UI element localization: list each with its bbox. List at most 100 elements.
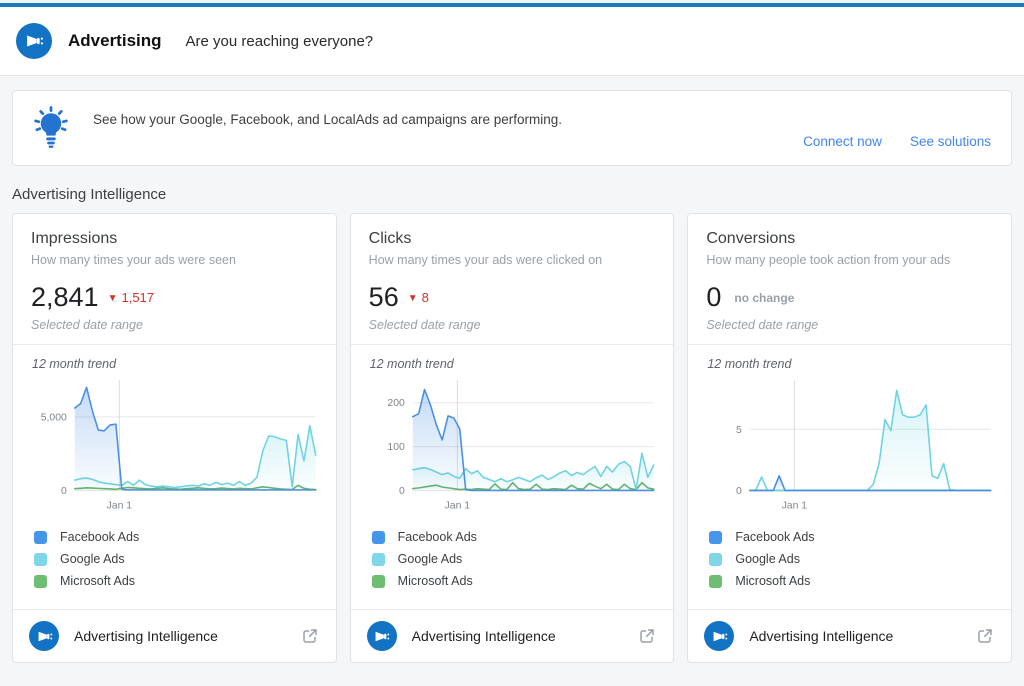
svg-text:0: 0 — [61, 486, 67, 497]
trend-label: 12 month trend — [707, 357, 997, 371]
legend-item-facebook: Facebook Ads — [372, 526, 660, 548]
card-footer: Advertising Intelligence — [13, 609, 336, 662]
advertising-intelligence-icon — [29, 621, 59, 651]
conversions-card: Conversions How many people took action … — [687, 213, 1012, 663]
card-footer: Advertising Intelligence — [688, 609, 1011, 662]
legend-label: Facebook Ads — [735, 530, 814, 544]
svg-text:0: 0 — [399, 486, 405, 497]
legend-item-microsoft: Microsoft Ads — [709, 570, 997, 592]
lightbulb-icon — [29, 101, 73, 157]
clicks-card: Clicks How many times your ads were clic… — [350, 213, 675, 663]
google-swatch-icon — [709, 553, 722, 566]
page-subtitle: Are you reaching everyone? — [186, 33, 374, 50]
legend-label: Google Ads — [398, 552, 463, 566]
chart-section: 12 month trend 0 5,000 Jan 1 Facebook Ads … — [13, 345, 336, 592]
legend-item-google: Google Ads — [372, 548, 660, 570]
down-arrow-icon: ▼ — [108, 293, 118, 304]
value-row: 56 ▼ 8 — [369, 282, 656, 313]
change-value: 8 — [422, 290, 429, 305]
external-link-icon[interactable] — [637, 626, 657, 646]
microsoft-swatch-icon — [709, 575, 722, 588]
legend-item-google: Google Ads — [709, 548, 997, 570]
change-indicator: ▼ 1,517 — [108, 290, 154, 305]
legend-item-google: Google Ads — [34, 548, 322, 570]
footer-label: Advertising Intelligence — [749, 628, 975, 644]
change-value: 1,517 — [121, 290, 154, 305]
facebook-swatch-icon — [34, 531, 47, 544]
svg-text:Jan 1: Jan 1 — [444, 500, 470, 511]
facebook-swatch-icon — [372, 531, 385, 544]
card-head: Clicks How many times your ads were clic… — [351, 214, 674, 344]
legend-item-facebook: Facebook Ads — [709, 526, 997, 548]
legend-item-microsoft: Microsoft Ads — [372, 570, 660, 592]
banner-links: Connect now See solutions — [803, 134, 991, 149]
svg-text:5,000: 5,000 — [41, 412, 67, 423]
page-title: Advertising — [68, 31, 162, 51]
change-indicator: ▼ 8 — [408, 290, 429, 305]
legend-item-facebook: Facebook Ads — [34, 526, 322, 548]
svg-text:0: 0 — [736, 486, 742, 497]
microsoft-swatch-icon — [372, 575, 385, 588]
svg-text:Jan 1: Jan 1 — [107, 500, 133, 511]
card-subtitle: How many people took action from your ad… — [706, 253, 993, 267]
facebook-swatch-icon — [709, 531, 722, 544]
see-solutions-link[interactable]: See solutions — [910, 134, 991, 149]
card-title: Conversions — [706, 230, 993, 248]
value-row: 2,841 ▼ 1,517 — [31, 282, 318, 313]
legend-label: Google Ads — [60, 552, 125, 566]
banner-message: See how your Google, Facebook, and Local… — [93, 112, 803, 127]
advertising-intelligence-icon — [704, 621, 734, 651]
trend-label: 12 month trend — [32, 357, 322, 371]
card-title: Impressions — [31, 230, 318, 248]
chart-legend: Facebook Ads Google Ads Microsoft Ads — [709, 526, 997, 592]
date-range-label: Selected date range — [31, 318, 318, 332]
advertising-intelligence-icon — [367, 621, 397, 651]
date-range-label: Selected date range — [369, 318, 656, 332]
metric-cards: Impressions How many times your ads were… — [12, 213, 1012, 663]
section-label: Advertising Intelligence — [12, 186, 1012, 203]
card-subtitle: How many times your ads were seen — [31, 253, 318, 267]
megaphone-glyph — [23, 30, 45, 52]
megaphone-glyph — [35, 627, 54, 646]
svg-text:100: 100 — [387, 442, 405, 453]
legend-item-microsoft: Microsoft Ads — [34, 570, 322, 592]
page-header: Advertising Are you reaching everyone? — [0, 7, 1024, 76]
card-head: Conversions How many people took action … — [688, 214, 1011, 344]
google-swatch-icon — [34, 553, 47, 566]
trend-label: 12 month trend — [370, 357, 660, 371]
metric-value: 0 — [706, 282, 721, 313]
google-swatch-icon — [372, 553, 385, 566]
card-title: Clicks — [369, 230, 656, 248]
legend-label: Facebook Ads — [398, 530, 477, 544]
legend-label: Microsoft Ads — [60, 574, 135, 588]
card-subtitle: How many times your ads were clicked on — [369, 253, 656, 267]
change-indicator: no change — [730, 291, 794, 305]
card-head: Impressions How many times your ads were… — [13, 214, 336, 344]
value-row: 0 no change — [706, 282, 993, 313]
metric-value: 56 — [369, 282, 399, 313]
impressions-trend-chart: 0 5,000 Jan 1 — [27, 373, 322, 524]
impressions-card: Impressions How many times your ads were… — [12, 213, 337, 663]
footer-label: Advertising Intelligence — [74, 628, 300, 644]
svg-text:Jan 1: Jan 1 — [782, 500, 808, 511]
chart-legend: Facebook Ads Google Ads Microsoft Ads — [372, 526, 660, 592]
chart-legend: Facebook Ads Google Ads Microsoft Ads — [34, 526, 322, 592]
connect-banner: See how your Google, Facebook, and Local… — [12, 90, 1012, 166]
legend-label: Microsoft Ads — [735, 574, 810, 588]
card-footer: Advertising Intelligence — [351, 609, 674, 662]
clicks-trend-chart: 0 100 200 Jan 1 — [365, 373, 660, 524]
connect-now-link[interactable]: Connect now — [803, 134, 882, 149]
chart-section: 12 month trend 0 5 Jan 1 Facebook Ads Goog… — [688, 345, 1011, 592]
footer-label: Advertising Intelligence — [412, 628, 638, 644]
legend-label: Facebook Ads — [60, 530, 139, 544]
legend-label: Google Ads — [735, 552, 800, 566]
external-link-icon[interactable] — [975, 626, 995, 646]
metric-value: 2,841 — [31, 282, 99, 313]
megaphone-glyph — [710, 627, 729, 646]
date-range-label: Selected date range — [706, 318, 993, 332]
svg-text:5: 5 — [736, 425, 742, 436]
svg-text:200: 200 — [387, 398, 405, 409]
megaphone-glyph — [372, 627, 391, 646]
legend-label: Microsoft Ads — [398, 574, 473, 588]
external-link-icon[interactable] — [300, 626, 320, 646]
